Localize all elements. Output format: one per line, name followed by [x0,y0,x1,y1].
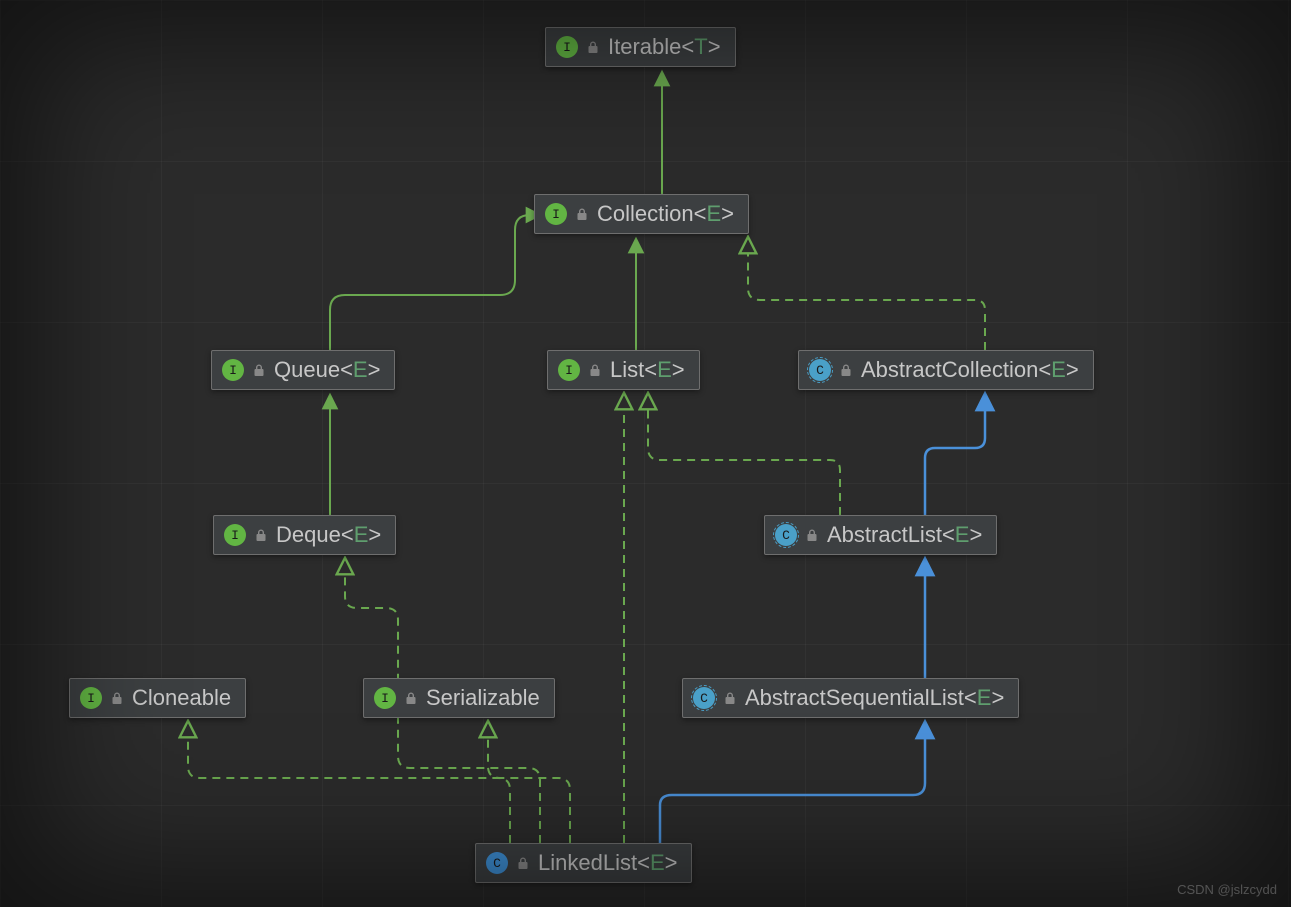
node-label: Deque<E> [276,522,381,548]
interface-icon: I [80,687,102,709]
node-label: Iterable<T> [608,34,721,60]
abstract-class-icon: C [809,359,831,381]
node-label: AbstractCollection<E> [861,357,1079,383]
lock-icon [252,363,266,377]
lock-icon [839,363,853,377]
node-label: Serializable [426,685,540,711]
lock-icon [586,40,600,54]
node-linkedlist[interactable]: C LinkedList<E> [475,843,692,883]
background-grid [0,0,1291,907]
node-abstractsequentiallist[interactable]: C AbstractSequentialList<E> [682,678,1019,718]
lock-icon [254,528,268,542]
interface-icon: I [222,359,244,381]
node-label: AbstractSequentialList<E> [745,685,1004,711]
interface-icon: I [558,359,580,381]
node-label: Collection<E> [597,201,734,227]
node-queue[interactable]: I Queue<E> [211,350,395,390]
node-label: AbstractList<E> [827,522,982,548]
lock-icon [516,856,530,870]
interface-icon: I [374,687,396,709]
lock-icon [110,691,124,705]
node-label: Queue<E> [274,357,380,383]
lock-icon [404,691,418,705]
abstract-class-icon: C [775,524,797,546]
lock-icon [588,363,602,377]
abstract-class-icon: C [693,687,715,709]
interface-icon: I [545,203,567,225]
interface-icon: I [224,524,246,546]
lock-icon [723,691,737,705]
node-abstractcollection[interactable]: C AbstractCollection<E> [798,350,1094,390]
node-collection[interactable]: I Collection<E> [534,194,749,234]
node-abstractlist[interactable]: C AbstractList<E> [764,515,997,555]
node-serializable[interactable]: I Serializable [363,678,555,718]
node-label: LinkedList<E> [538,850,677,876]
node-label: Cloneable [132,685,231,711]
interface-icon: I [556,36,578,58]
node-label: List<E> [610,357,685,383]
node-list[interactable]: I List<E> [547,350,700,390]
class-icon: C [486,852,508,874]
node-cloneable[interactable]: I Cloneable [69,678,246,718]
lock-icon [575,207,589,221]
node-iterable[interactable]: I Iterable<T> [545,27,736,67]
node-deque[interactable]: I Deque<E> [213,515,396,555]
lock-icon [805,528,819,542]
